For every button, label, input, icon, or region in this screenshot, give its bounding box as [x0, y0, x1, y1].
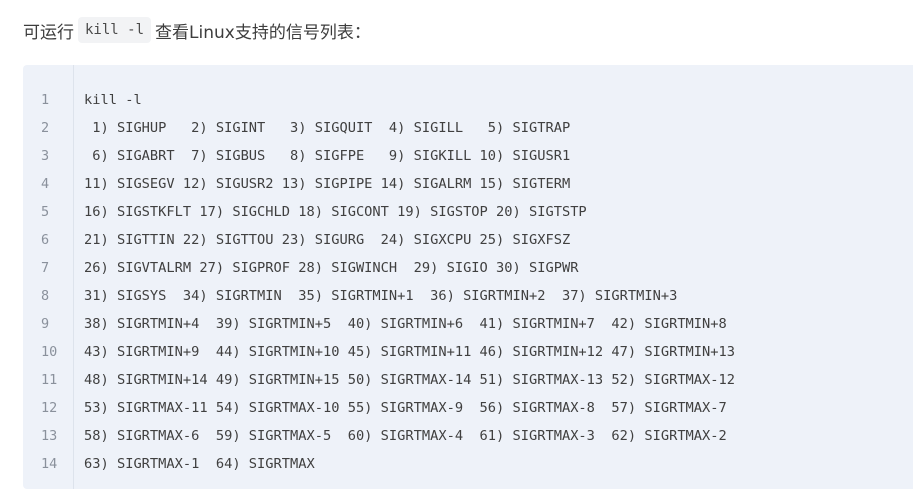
line-text: 63) SIGRTMAX-1 64) SIGRTMAX: [84, 456, 315, 472]
code-line: 13 58) SIGRTMAX-6 59) SIGRTMAX-5 60) SIG…: [23, 422, 913, 450]
line-text: 16) SIGSTKFLT 17) SIGCHLD 18) SIGCONT 19…: [84, 204, 587, 220]
code-line: 7 26) SIGVTALRM 27) SIGPROF 28) SIGWINCH…: [23, 254, 913, 282]
line-text: 53) SIGRTMAX-11 54) SIGRTMAX-10 55) SIGR…: [84, 400, 727, 416]
code-line: 8 31) SIGSYS 34) SIGRTMIN 35) SIGRTMIN+1…: [23, 282, 913, 310]
line-text: 31) SIGSYS 34) SIGRTMIN 35) SIGRTMIN+1 3…: [84, 288, 678, 304]
line-text: 38) SIGRTMIN+4 39) SIGRTMIN+5 40) SIGRTM…: [84, 316, 727, 332]
line-number: 14: [41, 456, 58, 472]
code-line: 6 21) SIGTTIN 22) SIGTTOU 23) SIGURG 24)…: [23, 226, 913, 254]
code-line: 10 43) SIGRTMIN+9 44) SIGRTMIN+10 45) SI…: [23, 338, 913, 366]
line-number: 10: [41, 344, 58, 360]
line-number: 5: [41, 204, 50, 220]
code-lines: 1 kill -l 2 1) SIGHUP 2) SIGINT 3) SIGQU…: [23, 86, 913, 478]
code-line: 14 63) SIGRTMAX-1 64) SIGRTMAX: [23, 450, 913, 478]
code-block: 1 kill -l 2 1) SIGHUP 2) SIGINT 3) SIGQU…: [23, 65, 913, 489]
line-number: 2: [41, 120, 50, 136]
line-number: 7: [41, 260, 50, 276]
inline-code: kill -l: [78, 17, 152, 43]
line-text: 21) SIGTTIN 22) SIGTTOU 23) SIGURG 24) S…: [84, 232, 571, 248]
intro-suffix: 查看Linux支持的信号列表：: [155, 22, 371, 43]
line-text: 11) SIGSEGV 12) SIGUSR2 13) SIGPIPE 14) …: [84, 176, 571, 192]
code-line: 2 1) SIGHUP 2) SIGINT 3) SIGQUIT 4) SIGI…: [23, 114, 913, 142]
code-line: 12 53) SIGRTMAX-11 54) SIGRTMAX-10 55) S…: [23, 394, 913, 422]
code-line: 3 6) SIGABRT 7) SIGBUS 8) SIGFPE 9) SIGK…: [23, 142, 913, 170]
line-text: 26) SIGVTALRM 27) SIGPROF 28) SIGWINCH 2…: [84, 260, 579, 276]
code-line: 4 11) SIGSEGV 12) SIGUSR2 13) SIGPIPE 14…: [23, 170, 913, 198]
line-number: 4: [41, 176, 50, 192]
code-line: 9 38) SIGRTMIN+4 39) SIGRTMIN+5 40) SIGR…: [23, 310, 913, 338]
code-line: 1 kill -l: [23, 86, 913, 114]
line-text: 43) SIGRTMIN+9 44) SIGRTMIN+10 45) SIGRT…: [84, 344, 736, 360]
code-line: 11 48) SIGRTMIN+14 49) SIGRTMIN+15 50) S…: [23, 366, 913, 394]
line-text: 6) SIGABRT 7) SIGBUS 8) SIGFPE 9) SIGKIL…: [84, 148, 571, 164]
line-number: 12: [41, 400, 58, 416]
line-number: 8: [41, 288, 50, 304]
intro-prefix: 可运行: [23, 22, 74, 43]
line-number: 3: [41, 148, 50, 164]
line-number: 1: [41, 92, 50, 108]
line-number: 9: [41, 316, 50, 332]
code-line: 5 16) SIGSTKFLT 17) SIGCHLD 18) SIGCONT …: [23, 198, 913, 226]
line-text: 1) SIGHUP 2) SIGINT 3) SIGQUIT 4) SIGILL…: [84, 120, 571, 136]
intro-paragraph: 可运行 kill -l 查看Linux支持的信号列表：: [23, 14, 371, 46]
line-number: 11: [41, 372, 58, 388]
line-text: 48) SIGRTMIN+14 49) SIGRTMIN+15 50) SIGR…: [84, 372, 736, 388]
line-number: 13: [41, 428, 58, 444]
line-text: kill -l: [84, 92, 142, 108]
line-number: 6: [41, 232, 50, 248]
line-text: 58) SIGRTMAX-6 59) SIGRTMAX-5 60) SIGRTM…: [84, 428, 727, 444]
